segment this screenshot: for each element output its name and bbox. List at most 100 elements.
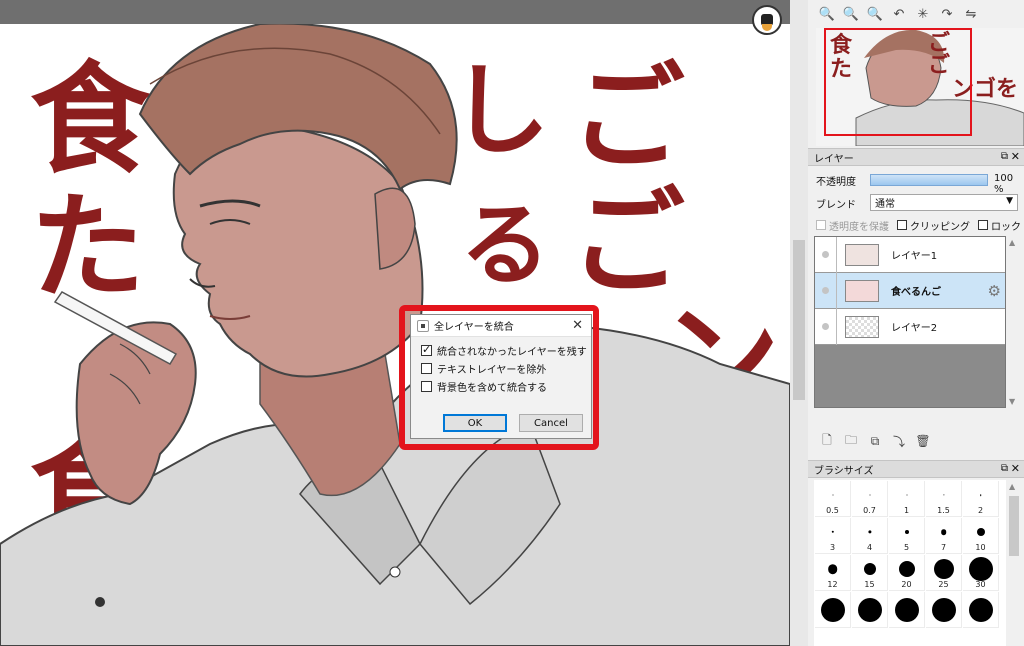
keep-unmerged-checkbox[interactable] [421, 343, 432, 356]
include-bg-checkbox[interactable] [421, 380, 432, 392]
layer-list-scrollbar[interactable]: ▲ ▼ [1006, 236, 1022, 408]
scroll-down-icon[interactable]: ▼ [1009, 397, 1015, 406]
brush-size-preview-dot [832, 494, 833, 496]
brush-size-cell[interactable]: 0.5 [815, 481, 851, 517]
layer-item[interactable]: レイヤー2 [815, 308, 1005, 345]
brush-size-cell[interactable]: 30 [963, 555, 999, 591]
visibility-toggle-icon[interactable] [815, 272, 837, 309]
clipping-option[interactable]: クリッピング [897, 218, 970, 233]
protect-alpha-option[interactable]: 透明度を保護 [816, 218, 889, 233]
protect-alpha-checkbox[interactable] [816, 220, 826, 230]
user-avatar[interactable] [752, 5, 782, 35]
rotate-left-icon[interactable]: ↶ [890, 5, 908, 23]
new-folder-icon[interactable]: 🗀 [842, 432, 860, 450]
brush-size-label: 1.5 [937, 506, 950, 515]
keep-unmerged-label: 統合されなかったレイヤーを残す [437, 346, 587, 358]
brush-size-label: 10 [975, 543, 986, 552]
brush-size-cell[interactable]: 7 [926, 518, 962, 554]
brush-size-cell[interactable]: 15 [852, 555, 888, 591]
brush-size-preview-dot [933, 559, 954, 579]
layer-item-selected[interactable]: 食べるんご ⚙ [815, 272, 1005, 309]
clipping-label: クリッピング [910, 221, 970, 233]
duplicate-layer-icon[interactable]: ⧉ [866, 432, 884, 450]
option-exclude-text[interactable]: テキストレイヤーを除外 [411, 359, 591, 377]
delete-layer-icon[interactable]: 🗑 [914, 432, 932, 450]
navigator-viewport-frame[interactable] [824, 28, 972, 136]
zoom-in-icon[interactable]: 🔍 [818, 5, 836, 23]
brush-size-cell[interactable]: 20 [889, 555, 925, 591]
brush-size-panel-header: ブラシサイズ ⧉ ✕ [808, 460, 1024, 478]
brush-size-cell[interactable]: 1.5 [926, 481, 962, 517]
rotate-right-icon[interactable]: ↷ [938, 5, 956, 23]
merge-down-icon[interactable]: ⤵ [890, 432, 908, 450]
gear-icon[interactable]: ⚙ [988, 282, 1001, 300]
brush-size-cell[interactable]: 1 [889, 481, 925, 517]
brush-size-cell[interactable] [889, 592, 925, 628]
close-icon[interactable]: ✕ [1011, 462, 1020, 475]
ok-button[interactable]: OK [443, 414, 507, 432]
option-include-bg[interactable]: 背景色を含めて統合する [411, 377, 591, 395]
brush-size-preview-dot [863, 563, 876, 575]
drawing-canvas[interactable]: 食 た 食 ご ご ン し る 全レイヤーを統合 ✕ ✓ 統合されなかったレイヤ… [0, 0, 790, 646]
close-icon[interactable]: ✕ [1011, 150, 1020, 163]
visibility-toggle-icon[interactable] [815, 236, 837, 273]
visibility-toggle-icon[interactable] [815, 308, 837, 345]
pin-icon[interactable]: ⧉ [1001, 151, 1008, 162]
brush-size-label: 30 [975, 580, 986, 589]
brush-size-cell[interactable] [815, 592, 851, 628]
cancel-button[interactable]: Cancel [519, 414, 583, 432]
clipping-checkbox[interactable] [897, 220, 907, 230]
brush-size-preview-dot [931, 598, 956, 622]
rotate-reset-icon[interactable]: ✳ [914, 5, 932, 23]
opacity-slider[interactable] [870, 174, 988, 186]
brush-size-cell[interactable]: 0.7 [852, 481, 888, 517]
navigator-toolbar: 🔍 🔍 🔍 ↶ ✳ ↷ ⇋ [808, 0, 1024, 28]
zoom-reset-icon[interactable]: 🔍 [866, 5, 884, 23]
brush-grid-scrollbar[interactable]: ▲ [1006, 480, 1022, 646]
brush-size-cell[interactable]: 5 [889, 518, 925, 554]
lock-checkbox[interactable] [978, 220, 988, 230]
layer-panel-title: レイヤー [814, 153, 854, 165]
opacity-label: 不透明度 [816, 176, 856, 188]
layer-options-row: 透明度を保護 クリッピング ロック [816, 217, 1024, 233]
brush-size-cell[interactable]: 25 [926, 555, 962, 591]
exclude-text-label: テキストレイヤーを除外 [437, 364, 547, 376]
include-bg-label: 背景色を含めて統合する [437, 382, 547, 394]
lock-option[interactable]: ロック [978, 218, 1021, 233]
brush-size-cell[interactable]: 2 [963, 481, 999, 517]
illustration [0, 24, 790, 646]
layer-thumbnail [845, 279, 879, 302]
scrollbar-thumb[interactable] [793, 240, 805, 400]
brush-size-preview-dot [831, 530, 834, 534]
brush-size-cell[interactable]: 3 [815, 518, 851, 554]
dialog-titlebar[interactable]: 全レイヤーを統合 ✕ [411, 315, 591, 337]
brush-size-cell[interactable] [963, 592, 999, 628]
scrollbar-thumb[interactable] [1009, 496, 1019, 556]
opacity-value: 100 % [994, 173, 1014, 195]
layer-tools: 🗋 🗀 ⧉ ⤵ 🗑 [818, 432, 932, 450]
blend-mode-select[interactable]: 通常 ▼ [870, 194, 1018, 211]
canvas-vertical-scrollbar[interactable] [790, 0, 808, 646]
brush-size-preview-dot [968, 557, 993, 581]
new-layer-icon[interactable]: 🗋 [818, 432, 836, 450]
flip-horizontal-icon[interactable]: ⇋ [962, 5, 980, 23]
right-panel: 🔍 🔍 🔍 ↶ ✳ ↷ ⇋ 食 た ご ご ン ゴ を レイヤー ⧉ ✕ 不透明… [808, 0, 1024, 646]
brush-size-cell[interactable] [926, 592, 962, 628]
brush-size-label: 1 [903, 506, 910, 515]
navigator-preview[interactable]: 食 た ご ご ン ゴ を [816, 28, 1024, 146]
option-keep-unmerged[interactable]: 統合されなかったレイヤーを残す [411, 341, 591, 359]
brush-size-grid: 0.5 0.7 1 1.5 2 3 4 5 7 10 12 15 20 25 30 [814, 480, 1006, 646]
layer-name: レイヤー1 [891, 251, 938, 262]
brush-size-cell[interactable]: 4 [852, 518, 888, 554]
scroll-up-icon[interactable]: ▲ [1009, 482, 1015, 491]
brush-size-cell[interactable] [852, 592, 888, 628]
brush-size-preview-dot [867, 530, 872, 534]
scroll-up-icon[interactable]: ▲ [1009, 238, 1015, 247]
zoom-out-icon[interactable]: 🔍 [842, 5, 860, 23]
brush-size-cell[interactable]: 10 [963, 518, 999, 554]
exclude-text-checkbox[interactable] [421, 362, 432, 374]
dialog-close-icon[interactable]: ✕ [572, 318, 583, 333]
brush-size-cell[interactable]: 12 [815, 555, 851, 591]
pin-icon[interactable]: ⧉ [1001, 463, 1008, 474]
layer-item[interactable]: レイヤー1 [815, 236, 1005, 273]
